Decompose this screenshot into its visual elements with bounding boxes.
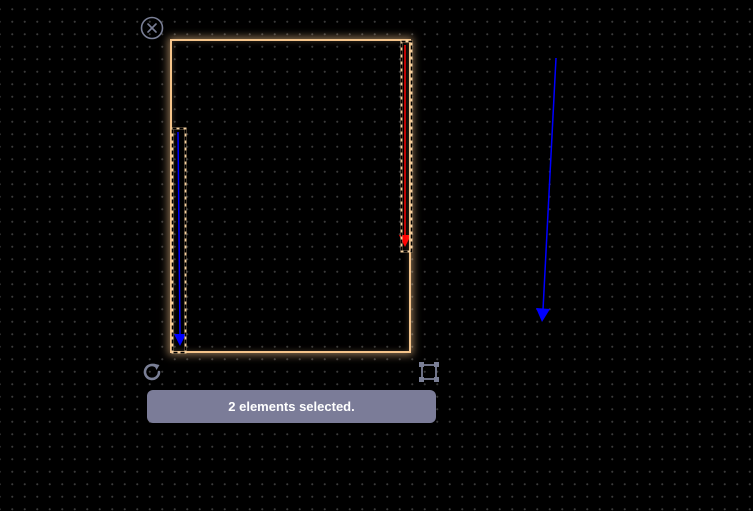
blue-arrow[interactable]	[536, 57, 557, 322]
resize-frame-icon[interactable]	[417, 360, 441, 384]
selection-status-bar: 2 elements selected.	[147, 390, 436, 423]
rotate-icon[interactable]	[140, 360, 164, 384]
close-circle-icon[interactable]	[140, 16, 164, 40]
selection-frame[interactable]	[170, 39, 411, 353]
selection-status-text: 2 elements selected.	[228, 399, 355, 414]
